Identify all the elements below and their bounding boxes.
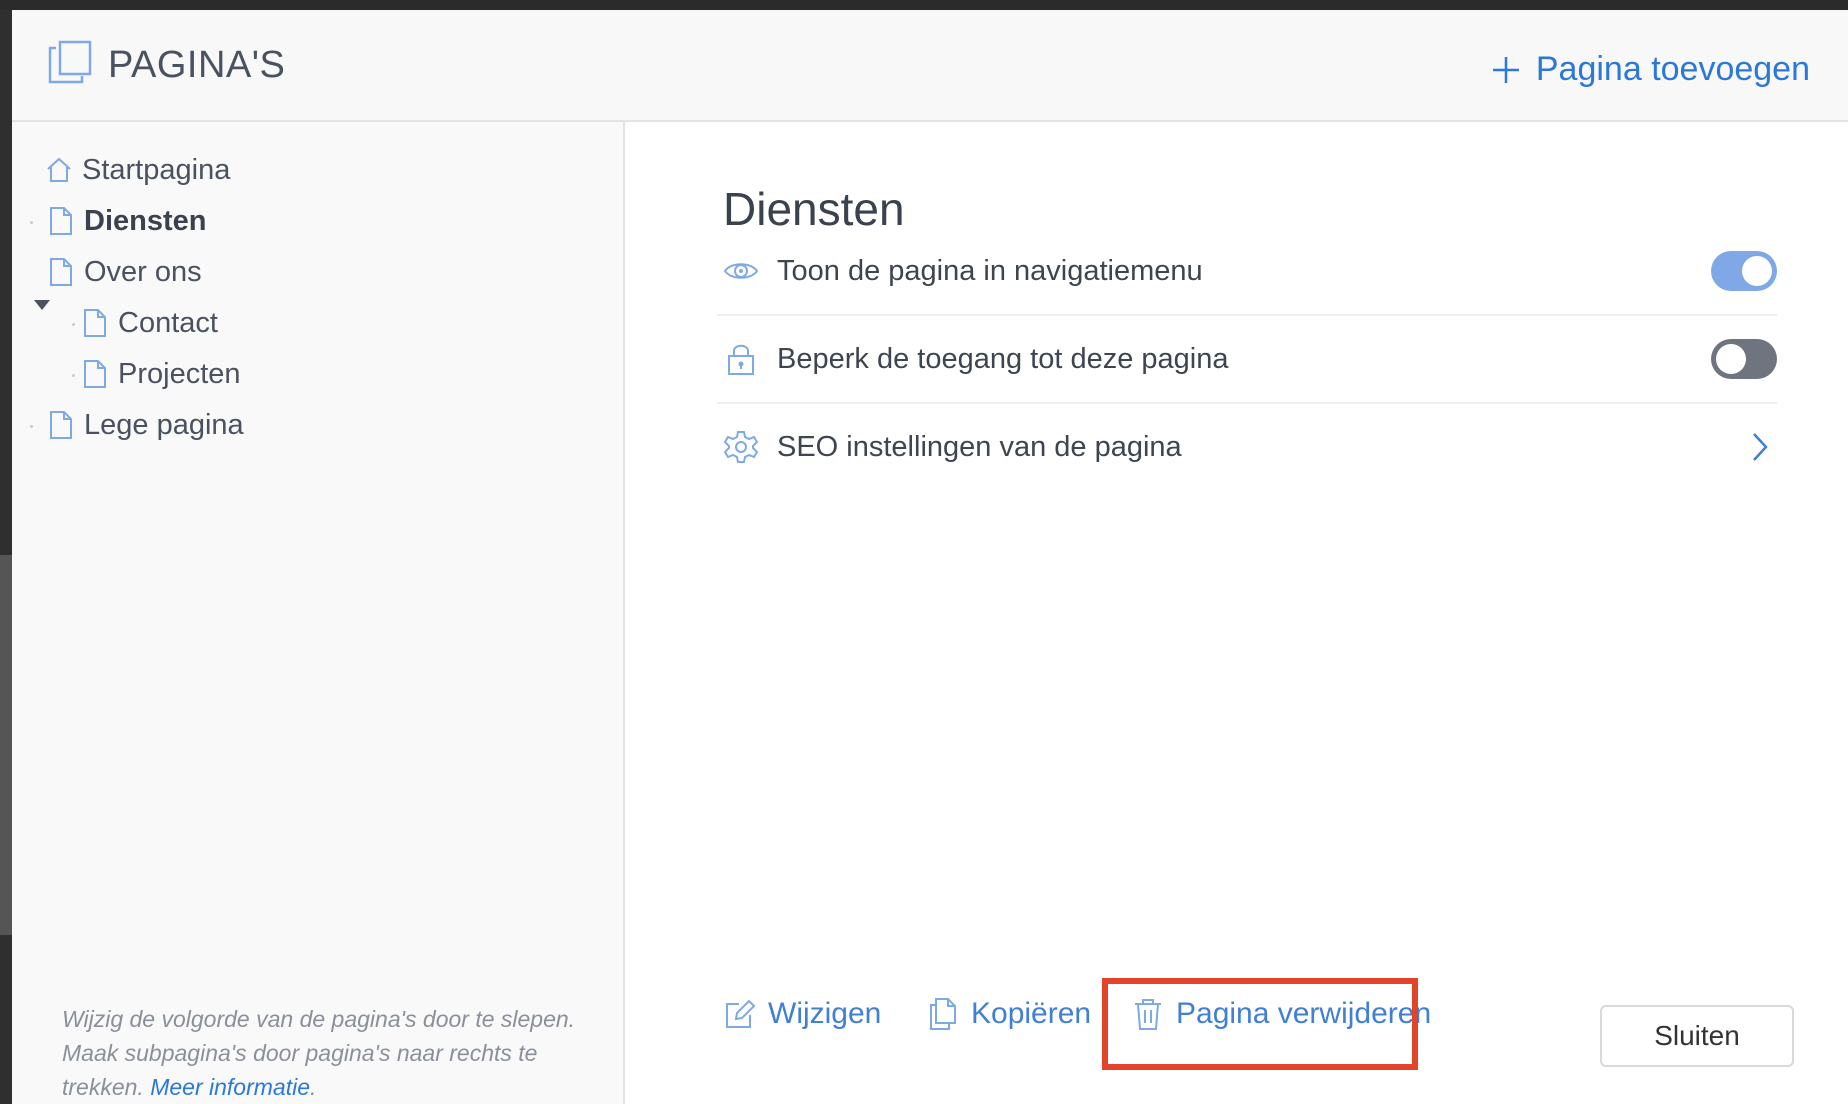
highlight-box <box>1102 978 1418 1070</box>
dialog-title: PAGINA'S <box>108 44 286 86</box>
copy-button[interactable]: Kopiëren <box>927 986 1091 1042</box>
page-icon <box>50 411 72 439</box>
page-settings-panel: Diensten Toon de pagina in navigatiemenu… <box>625 122 1848 1104</box>
edit-label: Wijzigen <box>768 997 882 1030</box>
top-bezel <box>0 0 1848 10</box>
tree-item-label: Lege pagina <box>84 408 244 441</box>
eye-icon <box>723 263 759 279</box>
setting-row-restrict-access: Beperk de toegang tot deze pagina <box>717 316 1777 404</box>
page-tree-sidebar: Startpagina Diensten Over ons Contact Pr… <box>12 122 625 1104</box>
tree-dot <box>30 221 33 224</box>
setting-row-show-in-menu: Toon de pagina in navigatiemenu <box>717 228 1777 316</box>
dialog-header: PAGINA'S Pagina toevoegen <box>12 10 1848 122</box>
tree-item-diensten[interactable]: Diensten <box>48 201 206 241</box>
tree-item-projecten[interactable]: Projecten <box>82 354 241 394</box>
tree-item-over-ons[interactable]: Over ons <box>48 252 202 292</box>
tree-dot <box>72 323 75 326</box>
edit-button[interactable]: Wijzigen <box>724 986 881 1042</box>
pages-icon <box>48 40 92 84</box>
tree-dot <box>72 374 75 377</box>
help-period: . <box>310 1074 317 1100</box>
tree-item-label: Startpagina <box>82 153 231 186</box>
help-text: Wijzig de volgorde van de pagina's door … <box>62 1006 576 1100</box>
add-page-button[interactable]: Pagina toevoegen <box>1490 50 1810 89</box>
setting-label: Beperk de toegang tot deze pagina <box>777 342 1229 375</box>
home-icon <box>47 157 71 182</box>
page-icon <box>84 309 106 337</box>
page-icon <box>50 207 72 235</box>
tree-item-startpagina[interactable]: Startpagina <box>46 150 230 190</box>
page-icon <box>84 360 106 388</box>
tree-item-contact[interactable]: Contact <box>82 303 218 343</box>
reorder-help-text: Wijzig de volgorde van de pagina's door … <box>62 1002 582 1104</box>
tree-item-label: Contact <box>118 306 218 339</box>
page-icon <box>50 258 72 286</box>
copy-label: Kopiëren <box>971 997 1092 1030</box>
copy-icon <box>930 998 956 1030</box>
caret-down-icon[interactable] <box>34 300 50 310</box>
show-in-menu-toggle[interactable] <box>1711 251 1777 291</box>
tree-item-label: Projecten <box>118 357 241 390</box>
tree-dot <box>30 425 33 428</box>
lock-icon <box>728 344 754 375</box>
chevron-right-icon[interactable] <box>1749 431 1771 463</box>
pages-dialog: PAGINA'S Pagina toevoegen Startpagina Di… <box>12 10 1848 1104</box>
plus-icon <box>1492 56 1519 83</box>
left-bezel <box>0 10 12 1104</box>
add-page-label: Pagina toevoegen <box>1535 50 1810 88</box>
setting-label: Toon de pagina in navigatiemenu <box>777 254 1203 287</box>
tree-item-label: Over ons <box>84 255 202 288</box>
edit-icon <box>726 999 756 1028</box>
more-info-link[interactable]: Meer informatie <box>150 1074 310 1100</box>
gear-icon <box>723 431 759 463</box>
setting-row-seo[interactable]: SEO instellingen van de pagina <box>717 404 1777 490</box>
tree-item-lege-pagina[interactable]: Lege pagina <box>48 405 244 445</box>
setting-label: SEO instellingen van de pagina <box>777 430 1182 463</box>
restrict-access-toggle[interactable] <box>1711 339 1777 379</box>
close-button[interactable]: Sluiten <box>1600 1005 1794 1067</box>
tree-item-label: Diensten <box>84 204 207 237</box>
